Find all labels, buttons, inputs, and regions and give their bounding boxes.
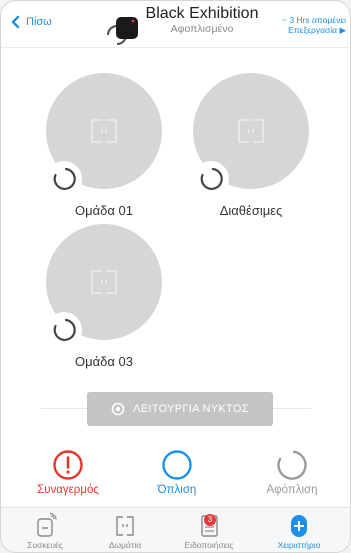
header: Πίσω Black Exhibition Αφοπλισμένο ~ 3 Hr… xyxy=(1,1,350,47)
room-image xyxy=(193,73,309,197)
alarm-icon xyxy=(53,450,83,480)
disarmed-status-icon xyxy=(53,167,76,190)
disarm-button[interactable]: Αφόπλιση xyxy=(242,449,342,496)
room-door-icon xyxy=(238,119,264,143)
page-title: Black Exhibition xyxy=(145,5,259,22)
arm-label: Όπλιση xyxy=(157,484,197,496)
room-label: Διαθέσιμες xyxy=(219,203,283,218)
hub-device-icon xyxy=(106,17,138,46)
back-label: Πίσω xyxy=(26,16,52,28)
control-icon xyxy=(291,515,307,537)
room-image xyxy=(46,73,162,197)
rooms-icon xyxy=(116,516,134,536)
time-remaining: ~ 3 Hrs απομένει xyxy=(282,15,346,25)
room-arm-status xyxy=(193,161,229,197)
arm-icon xyxy=(162,450,192,480)
room-label: Ομάδα 01 xyxy=(75,203,133,218)
nav-control-label: Χειριστήριο xyxy=(277,540,321,550)
nav-rooms-label: Δωμάτια xyxy=(108,540,142,550)
room-card-1[interactable]: Ομάδα 01 xyxy=(46,73,162,218)
alarm-button[interactable]: Συναγερμός xyxy=(18,449,118,496)
disarmed-status-icon xyxy=(53,318,76,341)
notifications-count-badge: 3 xyxy=(204,514,216,526)
disarm-label: Αφόπλιση xyxy=(266,484,318,496)
nav-devices[interactable]: Συσκευές xyxy=(5,510,85,550)
room-card-3[interactable]: Ομάδα 03 xyxy=(46,224,162,369)
room-door-icon xyxy=(91,119,117,143)
nav-rooms[interactable]: Δωμάτια xyxy=(85,510,165,550)
room-image xyxy=(46,224,162,348)
arm-button[interactable]: Όπλιση xyxy=(127,449,227,496)
night-mode-button[interactable]: ΛΕΙΤΟΥΡΓΙΑ ΝΥΚΤΟΣ xyxy=(87,392,273,426)
devices-icon xyxy=(37,512,57,537)
nav-control[interactable]: Χειριστήριο xyxy=(259,510,339,550)
bottom-nav: Συσκευές Δωμάτια 3 Ειδοποιήσεις Χειριστή… xyxy=(1,507,350,552)
chevron-left-icon xyxy=(11,15,20,29)
nav-devices-label: Συσκευές xyxy=(27,540,63,550)
room-door-icon xyxy=(91,270,117,294)
nav-notifications-label: Ειδοποιήσεις xyxy=(184,540,234,550)
disarm-icon xyxy=(277,450,307,480)
nav-notifications[interactable]: 3 Ειδοποιήσεις xyxy=(169,510,249,550)
disarmed-status-icon xyxy=(200,167,223,190)
app-screen: Πίσω Black Exhibition Αφοπλισμένο ~ 3 Hr… xyxy=(0,0,351,553)
back-button[interactable]: Πίσω xyxy=(9,15,52,29)
night-mode-icon xyxy=(111,402,125,416)
room-card-2[interactable]: Διαθέσιμες xyxy=(193,73,309,218)
room-arm-status xyxy=(46,161,82,197)
room-arm-status xyxy=(46,312,82,348)
room-label: Ομάδα 03 xyxy=(75,354,133,369)
edit-label: Επεξεργασία ▶ xyxy=(288,25,346,35)
header-divider xyxy=(1,47,350,48)
header-right-info: ~ 3 Hrs απομένει Επεξεργασία ▶ xyxy=(282,15,346,35)
alarm-label: Συναγερμός xyxy=(37,484,99,496)
hub-status: Αφοπλισμένο xyxy=(170,23,234,35)
edit-button[interactable]: Επεξεργασία ▶ xyxy=(288,25,346,35)
night-mode-label: ΛΕΙΤΟΥΡΓΙΑ ΝΥΚΤΟΣ xyxy=(133,403,249,415)
hub-title-block: Black Exhibition Αφοπλισμένο xyxy=(137,5,267,35)
